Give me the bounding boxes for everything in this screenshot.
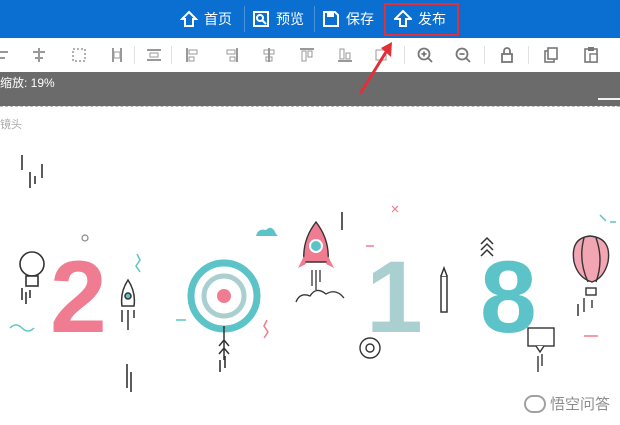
watermark-text: 悟空问答 xyxy=(549,396,610,413)
watermark-logo-icon xyxy=(523,394,546,413)
annotation-arrow xyxy=(358,42,392,95)
watermark: 悟空问答 xyxy=(523,393,610,414)
